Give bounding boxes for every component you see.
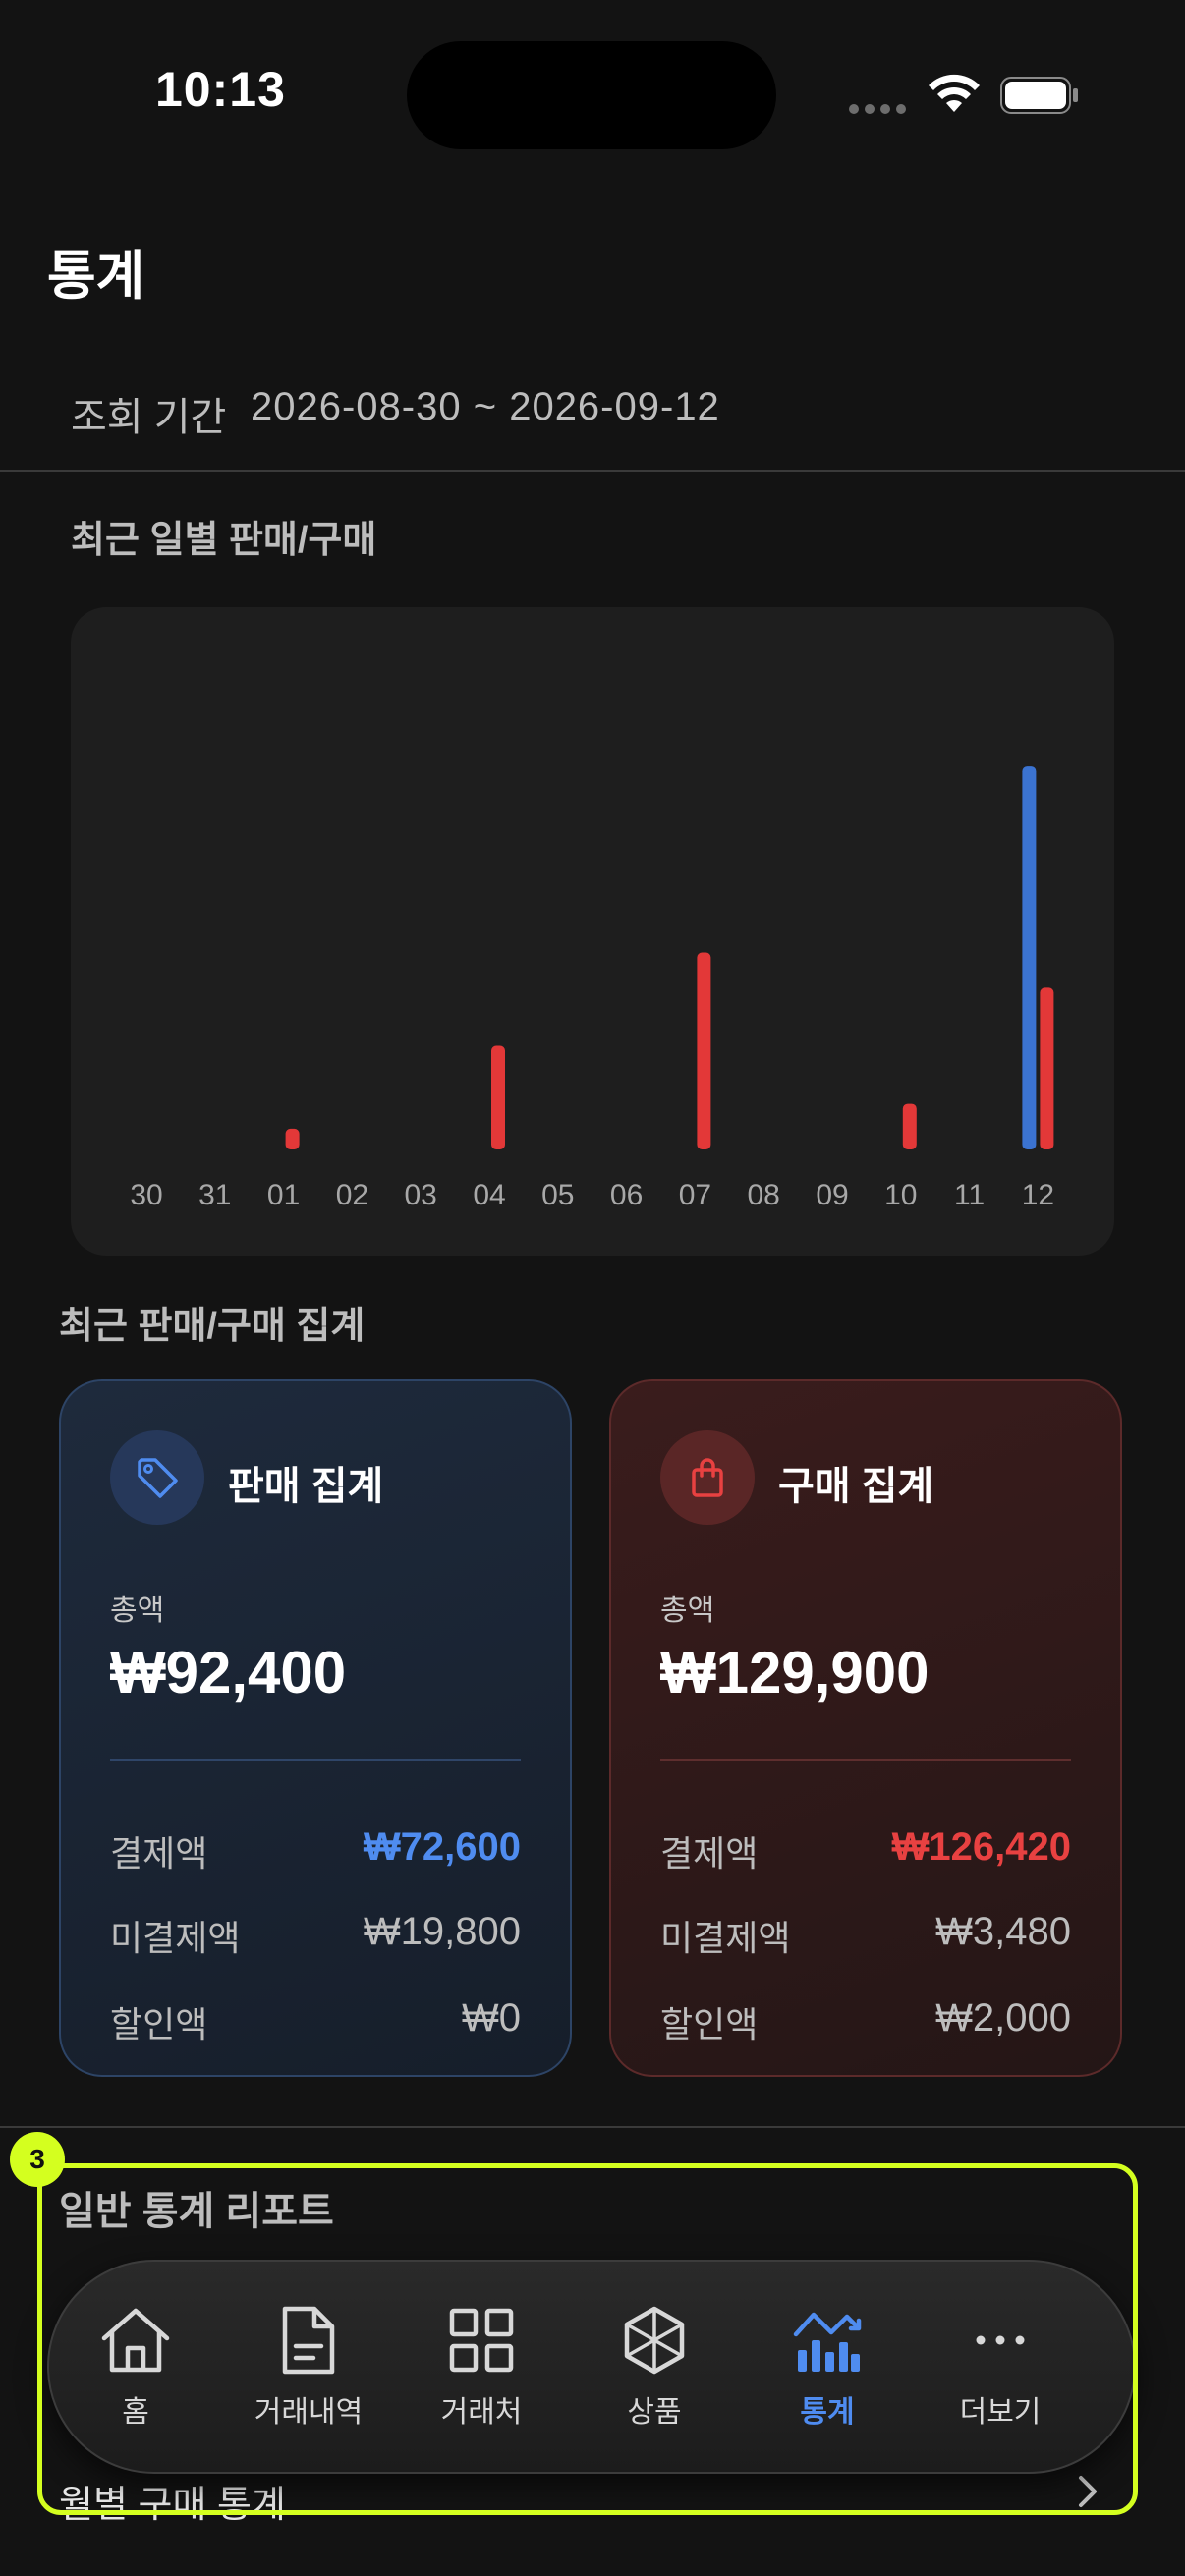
buy-discount-label: 할인액 <box>660 2004 759 2044</box>
highlight-box <box>37 2163 1138 2515</box>
sale-discount-value: ₩0 <box>462 1996 521 2040</box>
buy-unpaid-row: 미결제액 ₩3,480 <box>660 1910 1071 1961</box>
sale-unpaid-label: 미결제액 <box>110 1918 241 1958</box>
chart-bar-04-s1 <box>491 1045 505 1149</box>
annotation-badge: 3 <box>10 2132 65 2187</box>
x-tick-label: 30 <box>130 1179 162 1211</box>
buy-total-value: ₩129,900 <box>660 1640 930 1706</box>
chart-bar-12-s0 <box>1022 766 1037 1149</box>
x-tick-label: 08 <box>748 1179 780 1211</box>
divider <box>0 470 1185 472</box>
chart-bar-07-s1 <box>697 952 711 1149</box>
x-tick-label: 02 <box>336 1179 368 1211</box>
sale-total-label: 총액 <box>110 1595 165 1627</box>
buy-card-title: 구매 집계 <box>778 1465 934 1508</box>
battery-icon <box>1000 77 1078 114</box>
wifi-icon <box>929 74 980 112</box>
buy-total-label: 총액 <box>660 1595 715 1627</box>
x-tick-label: 09 <box>816 1179 848 1211</box>
dynamic-island <box>407 41 776 149</box>
divider <box>110 1759 521 1761</box>
chart-bar-10-s1 <box>902 1103 917 1149</box>
buy-discount-value: ₩2,000 <box>935 1996 1071 2040</box>
period-label: 조회 기간 <box>71 396 227 439</box>
x-tick-label: 04 <box>473 1179 505 1211</box>
divider <box>0 2126 1185 2128</box>
sale-paid-row: 결제액 ₩72,600 <box>110 1825 521 1876</box>
x-tick-label: 06 <box>610 1179 643 1211</box>
daily-section-title: 최근 일별 판매/구매 <box>71 520 377 561</box>
sale-card-title: 판매 집계 <box>228 1465 384 1508</box>
x-tick-label: 07 <box>679 1179 711 1211</box>
period-value[interactable]: 2026-08-30 ~ 2026-09-12 <box>251 385 720 429</box>
chart-bar-01-s1 <box>285 1128 300 1149</box>
x-tick-label: 03 <box>405 1179 437 1211</box>
buy-unpaid-label: 미결제액 <box>660 1918 791 1958</box>
x-tick-label: 12 <box>1022 1179 1054 1211</box>
buy-paid-row: 결제액 ₩126,420 <box>660 1825 1071 1876</box>
x-tick-label: 05 <box>541 1179 574 1211</box>
sale-paid-value: ₩72,600 <box>363 1825 521 1869</box>
sale-total-value: ₩92,400 <box>110 1640 347 1706</box>
signal-dots-icon <box>849 104 906 114</box>
x-tick-label: 10 <box>884 1179 917 1211</box>
x-tick-label: 31 <box>198 1179 231 1211</box>
buy-summary-card[interactable]: 구매 집계 총액 ₩129,900 결제액 ₩126,420 미결제액 ₩3,4… <box>609 1379 1122 2077</box>
buy-unpaid-value: ₩3,480 <box>935 1910 1071 1953</box>
daily-chart-card: 30 31 01 02 03 04 05 06 07 08 09 10 11 12 <box>71 607 1114 1256</box>
x-tick-label: 11 <box>954 1179 985 1211</box>
buy-discount-row: 할인액 ₩2,000 <box>660 1996 1071 2047</box>
daily-bar-chart: 30 31 01 02 03 04 05 06 07 08 09 10 11 12 <box>130 766 1054 1211</box>
buy-paid-label: 결제액 <box>660 1833 759 1874</box>
page-title: 통계 <box>47 247 145 306</box>
sale-unpaid-value: ₩19,800 <box>363 1910 521 1953</box>
status-time: 10:13 <box>155 62 286 117</box>
x-tick-label: 01 <box>267 1179 300 1211</box>
sale-unpaid-row: 미결제액 ₩19,800 <box>110 1910 521 1961</box>
summary-section-title: 최근 판매/구매 집계 <box>59 1306 366 1347</box>
chart-bar-12-s1 <box>1040 987 1054 1149</box>
sale-discount-row: 할인액 ₩0 <box>110 1996 521 2047</box>
sale-paid-label: 결제액 <box>110 1833 208 1874</box>
tag-icon <box>110 1430 204 1525</box>
sale-summary-card[interactable]: 판매 집계 총액 ₩92,400 결제액 ₩72,600 미결제액 ₩19,80… <box>59 1379 572 2077</box>
divider <box>660 1759 1071 1761</box>
shopping-bag-icon <box>660 1430 755 1525</box>
sale-discount-label: 할인액 <box>110 2004 208 2044</box>
buy-paid-value: ₩126,420 <box>891 1825 1071 1869</box>
